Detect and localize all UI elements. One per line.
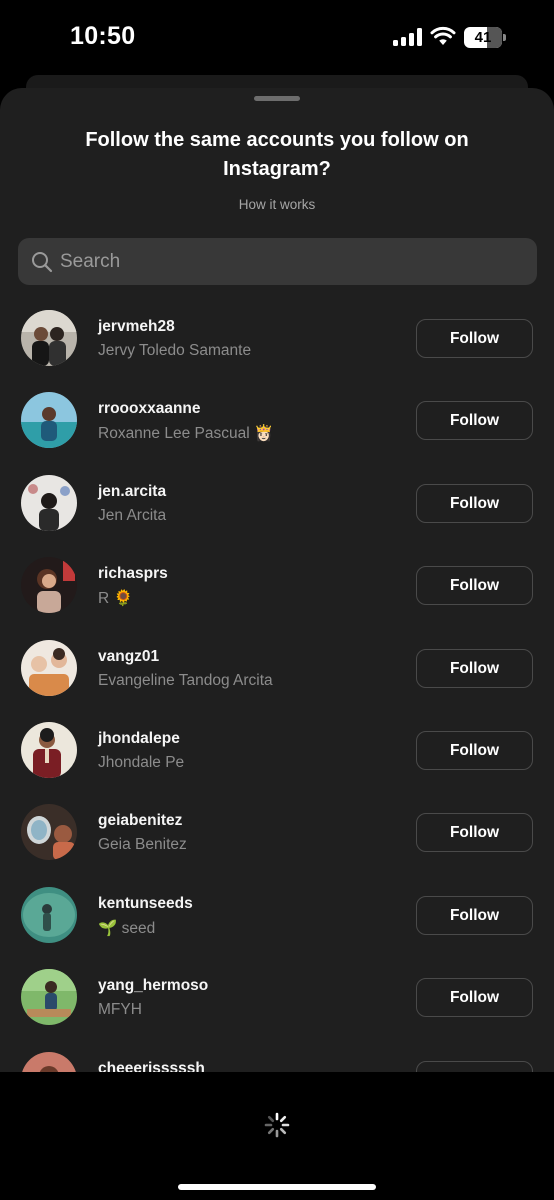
bottom-bar: [0, 1072, 554, 1200]
full-name: Jhondale Pe: [98, 754, 185, 771]
avatar[interactable]: [21, 969, 77, 1025]
avatar[interactable]: [21, 887, 77, 943]
username: yang_hermoso: [98, 977, 209, 994]
list-item[interactable]: yang_hermoso MFYH Follow: [0, 969, 554, 1051]
battery-level: 41: [474, 29, 492, 46]
follow-button[interactable]: Follow: [416, 978, 533, 1017]
search-input[interactable]: [60, 238, 520, 285]
avatar[interactable]: [21, 392, 77, 448]
username: rroooxxaanne: [98, 400, 201, 417]
follow-button[interactable]: Follow: [416, 319, 533, 358]
list-item[interactable]: vangz01 Evangeline Tandog Arcita Follow: [0, 640, 554, 722]
full-name: Evangeline Tandog Arcita: [98, 672, 273, 689]
username: kentunseeds: [98, 895, 193, 912]
battery-icon: 41: [464, 27, 506, 48]
list-item[interactable]: jen.arcita Jen Arcita Follow: [0, 475, 554, 557]
status-time: 10:50: [70, 22, 136, 50]
how-it-works-link[interactable]: How it works: [0, 197, 554, 212]
list-item[interactable]: kentunseeds 🌱 seed Follow: [0, 887, 554, 969]
follow-button[interactable]: Follow: [416, 484, 533, 523]
follow-button[interactable]: Follow: [416, 896, 533, 935]
full-name: R 🌻: [98, 590, 133, 607]
username: jen.arcita: [98, 483, 167, 500]
avatar[interactable]: [21, 640, 77, 696]
list-item[interactable]: geiabenitez Geia Benitez Follow: [0, 804, 554, 886]
follow-button[interactable]: Follow: [416, 649, 533, 688]
full-name: Geia Benitez: [98, 836, 187, 853]
loading-spinner-icon: [264, 1112, 290, 1138]
wifi-icon: [430, 26, 456, 45]
username: geiabenitez: [98, 812, 183, 829]
avatar[interactable]: [21, 557, 77, 613]
status-bar: 10:50 41: [0, 0, 554, 76]
follow-button[interactable]: Follow: [416, 1061, 533, 1072]
full-name: Jervy Toledo Samante: [98, 342, 252, 359]
list-item[interactable]: richasprs R 🌻 Follow: [0, 557, 554, 639]
sheet-grabber[interactable]: [254, 96, 300, 101]
avatar[interactable]: [21, 804, 77, 860]
cellular-signal-icon: [393, 28, 423, 46]
home-indicator[interactable]: [178, 1184, 376, 1190]
follow-button[interactable]: Follow: [416, 566, 533, 605]
full-name: 🌱 seed: [98, 920, 156, 937]
search-icon: [32, 252, 53, 273]
list-item[interactable]: jhondalepe Jhondale Pe Follow: [0, 722, 554, 804]
follow-button[interactable]: Follow: [416, 401, 533, 440]
username: vangz01: [98, 648, 160, 665]
full-name: Roxanne Lee Pascual 👸🏻: [98, 425, 274, 442]
avatar[interactable]: [21, 475, 77, 531]
follow-button[interactable]: Follow: [416, 813, 533, 852]
full-name: MFYH: [98, 1001, 142, 1018]
full-name: Jen Arcita: [98, 507, 167, 524]
list-item[interactable]: jervmeh28 Jervy Toledo Samante Follow: [0, 310, 554, 392]
username: jhondalepe: [98, 730, 180, 747]
search-bar[interactable]: [18, 238, 537, 285]
follow-button[interactable]: Follow: [416, 731, 533, 770]
list-item[interactable]: cheeerisssssh Follow: [0, 1052, 554, 1072]
follow-accounts-sheet: Follow the same accounts you follow on I…: [0, 88, 554, 1072]
avatar[interactable]: [21, 1052, 77, 1072]
avatar[interactable]: [21, 722, 77, 778]
avatar[interactable]: [21, 310, 77, 366]
sheet-title: Follow the same accounts you follow on I…: [85, 129, 469, 180]
username: jervmeh28: [98, 318, 175, 335]
username: richasprs: [98, 565, 168, 582]
list-item[interactable]: rroooxxaanne Roxanne Lee Pascual 👸🏻 Foll…: [0, 392, 554, 474]
username: cheeerisssssh: [98, 1060, 205, 1072]
